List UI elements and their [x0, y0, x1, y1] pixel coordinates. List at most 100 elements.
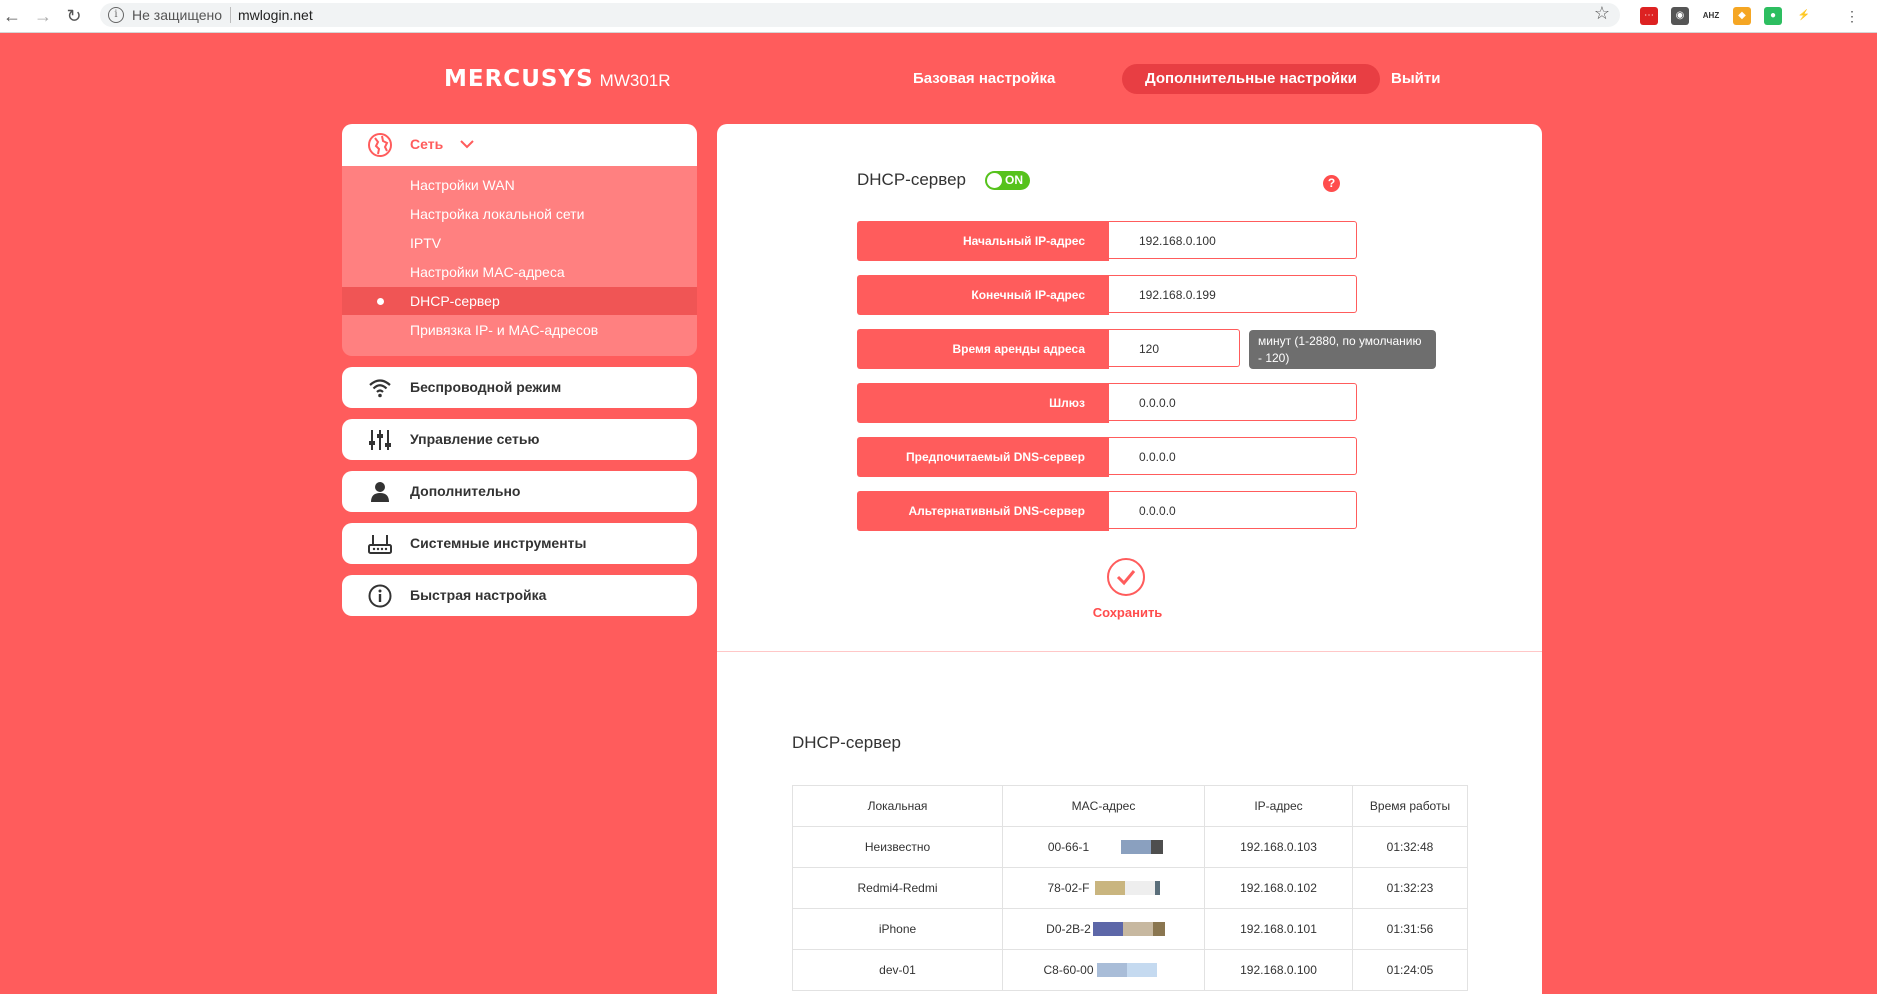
submenu-label: DHCP-сервер — [410, 293, 500, 309]
mac-text: 78-02-F — [1047, 881, 1090, 895]
end-ip-input[interactable]: 192.168.0.199 — [1109, 275, 1357, 313]
sidebar-item-label: Сеть — [410, 136, 444, 152]
address-bar[interactable]: i Не защищено mwlogin.net ☆ — [100, 3, 1620, 27]
mac-redaction — [1123, 922, 1153, 936]
column-header: IP-адрес — [1204, 785, 1353, 827]
evernote-icon[interactable]: ● — [1764, 7, 1782, 25]
mac-redaction — [1153, 922, 1165, 936]
section-divider — [717, 651, 1542, 652]
start-ip-input[interactable]: 192.168.0.100 — [1109, 221, 1357, 259]
gateway-row: Шлюз 0.0.0.0 — [857, 383, 1359, 423]
client-uptime: 01:24:05 — [1352, 949, 1468, 991]
client-name: Redmi4-Redmi — [792, 867, 1003, 909]
table-row: iPhone D0-2B-2 192.168.0.101 01:31:56 — [792, 908, 1468, 950]
client-ip: 192.168.0.100 — [1204, 949, 1353, 991]
client-list-title: DHCP-сервер — [792, 733, 901, 752]
client-name: dev-01 — [792, 949, 1003, 991]
dhcp-client-table: Локальная MAC-адрес IP-адрес Время работ… — [792, 785, 1468, 991]
sidebar-item-advanced[interactable]: Дополнительно — [342, 471, 697, 512]
checkmark-icon — [1116, 570, 1136, 586]
url-text[interactable]: mwlogin.net — [238, 7, 313, 23]
client-ip: 192.168.0.102 — [1204, 867, 1353, 909]
nav-advanced-settings[interactable]: Дополнительные настройки — [1122, 64, 1380, 94]
submenu-item-iptv[interactable]: IPTV — [342, 229, 697, 257]
info-icon[interactable]: i — [108, 7, 124, 23]
sidebar-item-label: Дополнительно — [410, 483, 521, 499]
sidebar-item-network[interactable]: Сеть — [342, 124, 697, 166]
sidebar-item-label: Беспроводной режим — [410, 379, 562, 395]
extension-icon[interactable]: AHZ — [1702, 7, 1720, 25]
table-row: Redmi4-Redmi 78-02-F 192.168.0.102 01:32… — [792, 867, 1468, 909]
client-mac: 00-66-1 — [1002, 826, 1205, 868]
dhcp-settings-title: DHCP-сервер — [857, 170, 966, 189]
brand-logo: MERCUSYS MW301R — [444, 66, 671, 92]
lightning-icon[interactable]: ⚡ — [1795, 7, 1813, 25]
client-mac: C8-60-00 — [1002, 949, 1205, 991]
lease-time-label: Время аренды адреса — [857, 329, 1109, 369]
sidebar-item-network-control[interactable]: Управление сетью — [342, 419, 697, 460]
router-icon — [368, 535, 392, 554]
submenu-label: Настройки WAN — [410, 177, 515, 193]
forward-icon[interactable]: → — [33, 6, 53, 26]
security-label: Не защищено — [132, 7, 222, 23]
extension-icon[interactable]: ⋯ — [1640, 7, 1658, 25]
dhcp-toggle[interactable]: ON — [985, 171, 1030, 190]
menu-icon[interactable]: ⋮ — [1843, 7, 1861, 25]
submenu-label: Настройки MAC-адреса — [410, 264, 565, 280]
start-ip-label: Начальный IP-адрес — [857, 221, 1109, 261]
mac-redaction — [1127, 963, 1157, 977]
alt-dns-row: Альтернативный DNS-сервер 0.0.0.0 — [857, 491, 1359, 531]
user-icon — [371, 482, 389, 502]
start-ip-row: Начальный IP-адрес 192.168.0.100 — [857, 221, 1359, 261]
sidebar-item-system-tools[interactable]: Системные инструменты — [342, 523, 697, 564]
submenu-item-dhcp[interactable]: DHCP-сервер — [342, 287, 697, 315]
back-icon[interactable]: ← — [2, 6, 22, 26]
sidebar-item-wireless[interactable]: Беспроводной режим — [342, 367, 697, 408]
chevron-down-icon[interactable] — [460, 140, 474, 149]
mac-redaction — [1095, 881, 1125, 895]
brand-name: MERCUSYS — [444, 66, 594, 92]
submenu-item-ip-mac-binding[interactable]: Привязка IP- и MAC-адресов — [342, 316, 697, 344]
submenu-item-mac[interactable]: Настройки MAC-адреса — [342, 258, 697, 286]
submenu-label: Привязка IP- и MAC-адресов — [410, 322, 599, 338]
tag-icon[interactable]: ◆ — [1733, 7, 1751, 25]
toggle-knob — [987, 173, 1002, 188]
save-label[interactable]: Сохранить — [1090, 605, 1165, 620]
alt-dns-input[interactable]: 0.0.0.0 — [1109, 491, 1357, 529]
help-icon[interactable]: ? — [1323, 175, 1340, 192]
bookmark-star-icon[interactable]: ☆ — [1594, 3, 1610, 24]
info-icon — [368, 584, 392, 608]
submenu-item-lan[interactable]: Настройка локальной сети — [342, 200, 697, 228]
active-dot — [377, 298, 384, 305]
sidebar-item-quick-setup[interactable]: Быстрая настройка — [342, 575, 697, 616]
network-submenu: Настройки WAN Настройка локальной сети I… — [342, 166, 697, 356]
sidebar-item-label: Управление сетью — [410, 431, 540, 447]
client-mac: D0-2B-2 — [1002, 908, 1205, 950]
submenu-label: IPTV — [410, 235, 442, 251]
column-header: MAC-адрес — [1002, 785, 1205, 827]
client-uptime: 01:31:56 — [1352, 908, 1468, 950]
browser-toolbar: ← → ↻ i Не защищено mwlogin.net ☆ ⋯ ◉ AH… — [0, 0, 1877, 33]
sidebar-item-label: Быстрая настройка — [410, 587, 547, 603]
sidebar-item-label: Системные инструменты — [410, 535, 587, 551]
end-ip-row: Конечный IP-адрес 192.168.0.199 — [857, 275, 1359, 315]
mac-redaction — [1097, 963, 1127, 977]
lease-time-input[interactable]: 120 — [1109, 329, 1240, 367]
table-row: Неизвестно 00-66-1 192.168.0.103 01:32:4… — [792, 826, 1468, 868]
pocket-icon[interactable]: ◉ — [1671, 7, 1689, 25]
wifi-icon — [369, 379, 391, 398]
column-header: Время работы — [1352, 785, 1468, 827]
nav-basic-settings[interactable]: Базовая настройка — [913, 64, 1055, 94]
client-name: iPhone — [792, 908, 1003, 950]
alt-dns-label: Альтернативный DNS-сервер — [857, 491, 1109, 531]
client-ip: 192.168.0.103 — [1204, 826, 1353, 868]
gateway-input[interactable]: 0.0.0.0 — [1109, 383, 1357, 421]
model-name: MW301R — [599, 71, 671, 90]
save-button[interactable] — [1107, 558, 1145, 596]
globe-icon — [368, 133, 392, 157]
nav-logout[interactable]: Выйти — [1391, 64, 1440, 94]
submenu-item-wan[interactable]: Настройки WAN — [342, 171, 697, 199]
primary-dns-input[interactable]: 0.0.0.0 — [1109, 437, 1357, 475]
mac-text: C8-60-00 — [1043, 963, 1094, 977]
reload-icon[interactable]: ↻ — [64, 6, 84, 26]
